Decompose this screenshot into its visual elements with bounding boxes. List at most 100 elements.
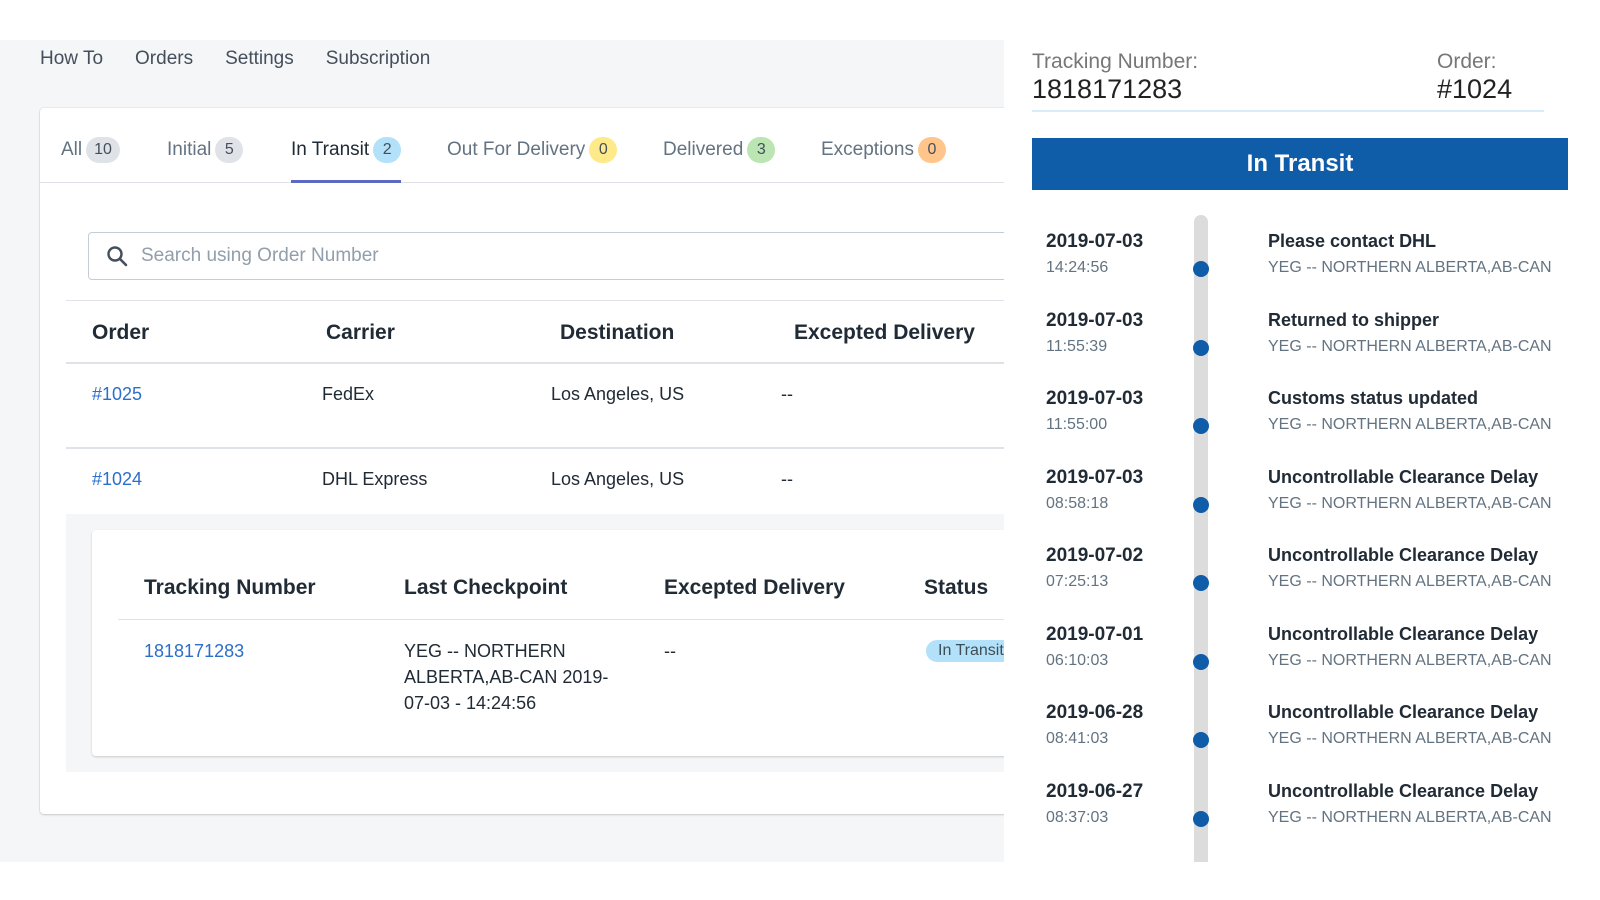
panel-header: Tracking Number: 1818171283 Order: #1024 — [1032, 46, 1544, 112]
event-title: Returned to shipper — [1268, 309, 1440, 330]
tracking-number-link[interactable]: 1818171283 — [144, 638, 244, 664]
status-tabs: All 10 Initial 5 In Transit 2 Out For De… — [40, 108, 1004, 183]
order-link[interactable]: #1024 — [92, 469, 142, 490]
tab-initial[interactable]: Initial 5 — [167, 136, 244, 164]
tracking-card: Tracking Number Last Checkpoint Excepted… — [92, 530, 1004, 756]
event-time: 07:25:13 — [1046, 573, 1109, 590]
timeline-dot-icon — [1193, 653, 1209, 670]
event-date: 2019-07-03 — [1046, 231, 1144, 252]
timeline-event: 2019-07-01 06:10:03 Uncontrollable Clearan… — [1032, 608, 1572, 686]
event-title: Uncontrollable Clearance Delay — [1268, 545, 1539, 565]
timeline-dot-icon — [1193, 261, 1209, 277]
event-location: YEG -- NORTHERN ALBERTA,AB-CAN — [1268, 730, 1552, 747]
timeline-dot-icon — [1193, 339, 1209, 356]
tab-exceptions[interactable]: Exceptions 0 — [821, 136, 946, 164]
count-badge: 0 — [589, 137, 618, 163]
event-location: YEG -- NORTHERN ALBERTA,AB-CAN — [1268, 416, 1552, 433]
timeline-dot-icon — [1193, 418, 1209, 434]
active-tab-indicator — [291, 180, 402, 183]
event-location: YEG -- NORTHERN ALBERTA,AB-CAN — [1268, 337, 1552, 355]
count-badge: 2 — [373, 137, 402, 163]
count-badge: 5 — [215, 137, 244, 163]
tab-in-transit[interactable]: In Transit 2 — [291, 136, 402, 183]
carrier: FedEx — [322, 384, 375, 404]
event-time: 08:41:03 — [1046, 730, 1109, 747]
col-status: Status — [924, 576, 989, 599]
tab-label: All — [61, 139, 83, 160]
event-date: 2019-07-03 — [1046, 388, 1144, 409]
col-expected-delivery: Excepted Delivery — [664, 576, 845, 599]
col-destination: Destination — [560, 321, 675, 344]
event-title: Uncontrollable Clearance Delay — [1268, 780, 1539, 801]
last-checkpoint: YEG -- NORTHERN ALBERTA,AB-CAN 2019- 07-… — [404, 638, 608, 716]
event-location: YEG -- NORTHERN ALBERTA,AB-CAN — [1268, 808, 1552, 826]
order-label: Order: — [1437, 50, 1497, 73]
nav-settings[interactable]: Settings — [225, 48, 294, 70]
event-time: 11:55:39 — [1046, 337, 1108, 355]
event-time: 14:24:56 — [1046, 259, 1109, 276]
search-input[interactable] — [141, 245, 941, 267]
table-row[interactable]: #1025 FedEx Los Angeles, US -- — [66, 364, 1004, 449]
tracking-table-header: Tracking Number Last Checkpoint Excepted… — [118, 530, 1004, 620]
event-title: Uncontrollable Clearance Delay — [1268, 466, 1539, 487]
col-expected-delivery: Excepted Delivery — [794, 321, 975, 344]
main-area: How To Orders Settings Subscription All … — [0, 40, 1004, 862]
tab-out-for-delivery[interactable]: Out For Delivery 0 — [447, 136, 618, 164]
count-badge: 0 — [917, 137, 946, 163]
checkpoint-line: YEG -- NORTHERN — [404, 641, 566, 661]
event-title: Please contact DHL — [1268, 231, 1437, 251]
carrier: DHL Express — [322, 469, 428, 489]
timeline-dot-icon — [1193, 496, 1209, 513]
event-time: 08:37:03 — [1046, 808, 1109, 826]
status-badge: In Transit — [926, 640, 1004, 662]
col-carrier: Carrier — [326, 321, 395, 344]
orders-card: All 10 Initial 5 In Transit 2 Out For De… — [40, 108, 1004, 814]
event-date: 2019-06-28 — [1046, 702, 1144, 723]
count-badge: 10 — [86, 137, 120, 163]
col-order: Order — [92, 321, 150, 344]
tab-label: Exceptions — [821, 139, 914, 160]
event-location: YEG -- NORTHERN ALBERTA,AB-CAN — [1268, 651, 1552, 669]
timeline-event: 2019-07-03 08:58:18 Uncontrollable Clearan… — [1032, 451, 1572, 529]
tab-label: Delivered — [663, 139, 744, 160]
app: How To Orders Settings Subscription All … — [0, 40, 1600, 862]
status-banner: In Transit — [1032, 138, 1568, 190]
tab-label: In Transit — [291, 139, 370, 160]
timeline-event: 2019-07-02 07:25:13 Uncontrollable Clearan… — [1032, 529, 1572, 607]
timeline-dot-icon — [1193, 575, 1209, 591]
checkpoint-line: ALBERTA,AB-CAN 2019- — [404, 667, 609, 687]
order-value: #1024 — [1437, 74, 1513, 104]
tab-label: Initial — [167, 139, 212, 160]
tab-delivered[interactable]: Delivered 3 — [663, 136, 776, 164]
orders-table: Order Carrier Destination Excepted Deliv… — [66, 300, 1004, 534]
nav-orders[interactable]: Orders — [135, 48, 193, 70]
event-date: 2019-07-03 — [1046, 309, 1144, 331]
timeline-event: 2019-07-03 11:55:00 Customs status updated… — [1032, 372, 1572, 450]
timeline-event: 2019-07-03 14:24:56 Please contact DHL YEG … — [1032, 215, 1572, 293]
orders-table-header: Order Carrier Destination Excepted Deliv… — [66, 300, 1004, 364]
search-box[interactable] — [88, 232, 1004, 280]
timeline-dot-icon — [1193, 732, 1209, 748]
timeline-event: 2019-07-03 11:55:39 Returned to shipper YEG… — [1032, 294, 1572, 372]
nav-subscription[interactable]: Subscription — [326, 48, 431, 70]
timeline-dot-icon — [1193, 810, 1209, 827]
destination: Los Angeles, US — [551, 469, 685, 489]
destination: Los Angeles, US — [551, 384, 685, 404]
col-tracking-number: Tracking Number — [144, 576, 316, 599]
tracking-number-value: 1818171283 — [1032, 74, 1183, 104]
tracking-panel: Tracking Number: 1818171283 Order: #1024… — [1004, 40, 1600, 862]
search-icon — [107, 246, 128, 267]
nav-how-to[interactable]: How To — [40, 48, 103, 70]
order-link[interactable]: #1025 — [92, 384, 142, 405]
top-nav: How To Orders Settings Subscription — [40, 48, 430, 70]
tracking-row[interactable]: 1818171283 YEG -- NORTHERN ALBERTA,AB-CA… — [118, 620, 1004, 750]
expected-delivery: -- — [781, 384, 793, 404]
tab-all[interactable]: All 10 — [61, 136, 120, 164]
order-detail-expanded: Tracking Number Last Checkpoint Excepted… — [66, 514, 1004, 772]
event-time: 11:55:00 — [1046, 416, 1108, 433]
event-date: 2019-07-02 — [1046, 545, 1144, 566]
checkpoint-line: 07-03 - 14:24:56 — [404, 693, 537, 713]
event-title: Uncontrollable Clearance Delay — [1268, 702, 1539, 722]
event-date: 2019-07-01 — [1046, 623, 1144, 645]
timeline-event: 2019-06-28 08:41:03 Uncontrollable Clearan… — [1032, 686, 1572, 764]
